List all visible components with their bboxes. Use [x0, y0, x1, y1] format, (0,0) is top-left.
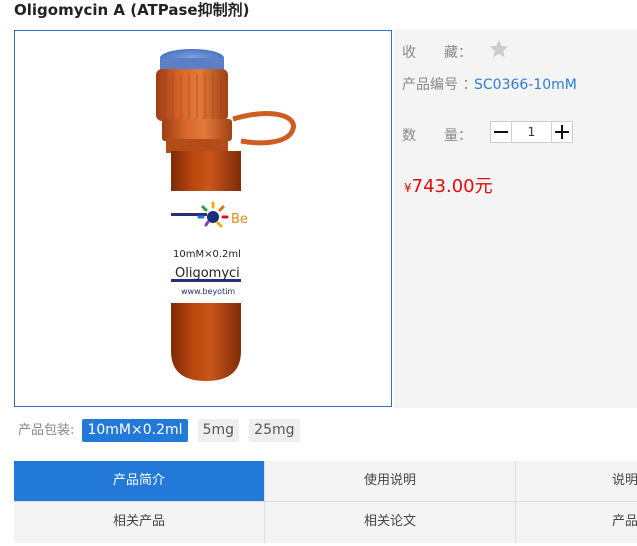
plus-icon[interactable] [551, 122, 572, 142]
quantity-stepper [490, 121, 573, 143]
tab-divider [14, 501, 637, 502]
minus-icon[interactable] [491, 122, 512, 142]
price-value: 743.00元 [411, 176, 493, 197]
product-title: Oligomycin A (ATPase抑制剂) [14, 1, 250, 19]
packaging-option-5mg[interactable]: 5mg [197, 419, 240, 442]
product-code-value: SC0366-10mM [474, 77, 577, 93]
product-info-panel: 收 藏： 产品编号 ：SC0366-10mM 数 量： ¥743.00元 [394, 30, 637, 408]
label-url: www.beyotim [181, 287, 235, 296]
tab-related-products[interactable]: 相关产品 [14, 502, 264, 542]
vial-illustration: Be 10mM×0.2ml Oligomyci www.beyotim [156, 49, 296, 381]
packaging-option-25mg[interactable]: 25mg [249, 419, 300, 442]
price: ¥743.00元 [404, 172, 493, 198]
tab-manual[interactable]: 说明 [516, 461, 637, 501]
label-size: 10mM×0.2ml [173, 249, 241, 260]
product-image: Be 10mM×0.2ml Oligomyci www.beyotim [14, 30, 392, 407]
packaging-selector: 产品包装: 10mM×0.2ml 5mg 25mg [18, 419, 305, 445]
packaging-label: 产品包装: [18, 423, 75, 438]
quantity-row: 数 量： [402, 121, 573, 145]
favorite-label: 收 藏： [402, 45, 472, 61]
price-symbol: ¥ [404, 181, 412, 195]
product-code-row: 产品编号 ：SC0366-10mM [402, 74, 577, 94]
tab-divider [264, 461, 265, 543]
packaging-option-10mm[interactable]: 10mM×0.2ml [82, 419, 188, 442]
product-tabs: 产品简介 使用说明 说明 相关产品 相关论文 产品 [14, 461, 637, 543]
star-icon[interactable] [488, 38, 510, 60]
tab-product-more[interactable]: 产品 [516, 502, 637, 542]
favorite-row: 收 藏： [402, 39, 509, 62]
label-name: Oligomyci [175, 266, 240, 281]
quantity-label: 数 量： [402, 128, 472, 144]
tab-usage-instructions[interactable]: 使用说明 [265, 461, 515, 501]
tab-divider [515, 461, 516, 543]
quantity-input[interactable] [512, 122, 551, 142]
tab-product-intro[interactable]: 产品简介 [14, 461, 264, 501]
tab-related-papers[interactable]: 相关论文 [265, 502, 515, 542]
product-code-label: 产品编号 ： [402, 77, 477, 93]
